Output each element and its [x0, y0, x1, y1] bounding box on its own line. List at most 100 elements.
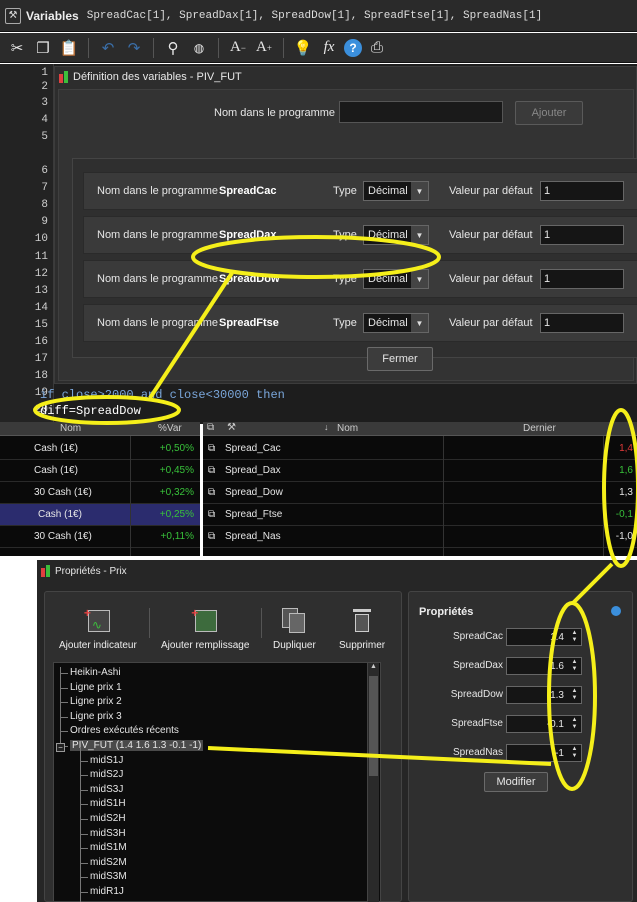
- watchlist-row[interactable]: 30 Cash (1€) +0,32%: [0, 482, 200, 504]
- collapse-icon[interactable]: −: [56, 743, 65, 752]
- comment-icon[interactable]: ◍: [188, 37, 210, 59]
- indicator-tree[interactable]: ▲ Heikin-Ashi Ligne prix 1 Ligne prix 2 Lig…: [53, 662, 381, 902]
- chart-icon[interactable]: ⧉: [208, 487, 215, 498]
- search-icon[interactable]: ⚲: [162, 37, 184, 59]
- default-value-input[interactable]: 1: [540, 313, 624, 333]
- header-var[interactable]: %Var: [158, 423, 182, 434]
- watchlist-row[interactable]: Cash (1€) +0,45%: [0, 460, 200, 482]
- watchlist-row[interactable]: ⧉ Spread_Cac 1,4: [203, 438, 637, 460]
- print-icon[interactable]: ⎙: [366, 37, 388, 59]
- watchlist-row[interactable]: ⧉ Spread_Nas -1,0: [203, 526, 637, 548]
- increase-font-icon[interactable]: A +: [253, 37, 275, 59]
- default-value-input[interactable]: 1: [540, 181, 624, 201]
- chevron-down-icon[interactable]: ▼: [411, 314, 428, 332]
- tree-connector: [60, 702, 68, 704]
- type-label: Type: [333, 317, 357, 329]
- info-dot-icon[interactable]: [611, 606, 621, 616]
- property-spinner[interactable]: 1.4 ▲ ▼: [506, 628, 582, 646]
- chart-icon[interactable]: ⧉: [208, 531, 215, 542]
- tree-item[interactable]: midS2J: [90, 769, 123, 780]
- tree-item-selected[interactable]: PIV_FUT (1.4 1.6 1.3 -0.1 -1): [70, 740, 204, 751]
- bulb-icon[interactable]: 💡: [292, 37, 314, 59]
- name-input[interactable]: [339, 101, 503, 123]
- duplicate-button[interactable]: Dupliquer: [273, 606, 316, 651]
- watchlist-row-selected[interactable]: Cash (1€) +0,25%: [0, 504, 200, 526]
- tree-item[interactable]: Ligne prix 3: [70, 711, 122, 722]
- spinner-arrows-icon[interactable]: ▲ ▼: [568, 687, 581, 703]
- scroll-up-icon[interactable]: ▲: [368, 663, 379, 675]
- delete-button[interactable]: Supprimer: [339, 606, 385, 651]
- paste-icon[interactable]: 📋: [58, 37, 80, 59]
- watchlist-row[interactable]: Cash (1€) +0,50%: [0, 438, 200, 460]
- header-name[interactable]: Nom: [337, 423, 358, 434]
- default-value-input[interactable]: 1: [540, 269, 624, 289]
- type-select[interactable]: Décimal ▼: [363, 269, 429, 289]
- function-icon[interactable]: fx: [318, 37, 340, 59]
- header-name[interactable]: Nom: [60, 423, 81, 434]
- tree-item[interactable]: midS1H: [90, 798, 126, 809]
- tree-item[interactable]: Ordres exécutés récents: [70, 725, 179, 736]
- tool-label: Supprimer: [339, 640, 386, 651]
- tree-item[interactable]: midS1M: [90, 842, 127, 853]
- chevron-down-icon[interactable]: ▼: [411, 270, 428, 288]
- chevron-down-icon[interactable]: ▼: [411, 226, 428, 244]
- add-button[interactable]: Ajouter: [515, 101, 583, 125]
- tree-item[interactable]: midS3M: [90, 871, 127, 882]
- tree-item[interactable]: midR1J: [90, 886, 124, 897]
- tree-connector: [60, 687, 68, 689]
- tree-item[interactable]: midS3J: [90, 784, 123, 795]
- cut-icon[interactable]: ✂: [6, 37, 28, 59]
- close-button[interactable]: Fermer: [367, 347, 433, 371]
- code-line-19[interactable]: if close>2000 and close<30000 then: [40, 388, 285, 402]
- watchlist-row[interactable]: ⧉ Spread_Dow 1,3: [203, 482, 637, 504]
- redo-icon[interactable]: ↷: [123, 37, 145, 59]
- type-value: Décimal: [368, 273, 408, 285]
- type-select[interactable]: Décimal ▼: [363, 181, 429, 201]
- watchlist-row[interactable]: ⧉ Spread_Dax 1,6: [203, 460, 637, 482]
- modify-button[interactable]: Modifier: [484, 772, 548, 792]
- line-number: 7: [41, 182, 48, 194]
- header-last[interactable]: Dernier: [523, 423, 556, 434]
- tree-item[interactable]: midS2M: [90, 857, 127, 868]
- spinner-arrows-icon[interactable]: ▲ ▼: [568, 716, 581, 732]
- type-select[interactable]: Décimal ▼: [363, 313, 429, 333]
- line-number: 4: [41, 114, 48, 126]
- default-value-input[interactable]: 1: [540, 225, 624, 245]
- undo-icon[interactable]: ↶: [97, 37, 119, 59]
- add-fill-button[interactable]: + Ajouter remplissage: [161, 606, 249, 651]
- candlestick-icon: [41, 565, 51, 577]
- tree-item[interactable]: midS2H: [90, 813, 126, 824]
- chart-icon[interactable]: ⧉: [208, 443, 215, 454]
- tree-connector: [80, 892, 88, 893]
- tree-item[interactable]: midS1J: [90, 755, 123, 766]
- tree-item[interactable]: Heikin-Ashi: [70, 667, 121, 678]
- tree-scrollbar[interactable]: ▲: [367, 663, 379, 902]
- watchlist-row[interactable]: ⧉ Spread_Ftse -0,1: [203, 504, 637, 526]
- column-divider: [130, 436, 131, 556]
- chart-icon[interactable]: ⧉: [208, 465, 215, 476]
- copy-icon[interactable]: ❐: [32, 37, 54, 59]
- tree-item[interactable]: midS3H: [90, 828, 126, 839]
- tree-item[interactable]: Ligne prix 2: [70, 696, 122, 707]
- help-icon[interactable]: ?: [344, 38, 362, 57]
- add-indicator-button[interactable]: + ∿ Ajouter indicateur: [59, 606, 137, 651]
- spinner-arrows-icon[interactable]: ▲ ▼: [568, 629, 581, 645]
- type-select[interactable]: Décimal ▼: [363, 225, 429, 245]
- tree-item[interactable]: Ligne prix 1: [70, 682, 122, 693]
- spinner-arrows-icon[interactable]: ▲ ▼: [568, 745, 581, 761]
- property-spinner[interactable]: 1.3 ▲ ▼: [506, 686, 582, 704]
- chevron-down-icon[interactable]: ▼: [411, 182, 428, 200]
- chart-icon[interactable]: ⧉: [208, 509, 215, 520]
- chart-link-icon[interactable]: ⧉: [207, 422, 214, 433]
- decrease-font-icon[interactable]: A −: [227, 37, 249, 59]
- property-spinner[interactable]: -0.1 ▲ ▼: [506, 715, 582, 733]
- property-spinner[interactable]: 1.6 ▲ ▼: [506, 657, 582, 675]
- watchlist-row[interactable]: 30 Cash (1€) +0,11%: [0, 526, 200, 548]
- code-line-20[interactable]: diff=SpreadDow: [40, 404, 141, 418]
- wrench-icon[interactable]: ⚒: [227, 422, 236, 433]
- properties-pane: Propriétés SpreadCac 1.4 ▲ ▼ SpreadDax 1.6 ▲ ▼ S…: [408, 591, 633, 902]
- type-value: Décimal: [368, 229, 408, 241]
- scrollbar-thumb[interactable]: [369, 676, 378, 776]
- property-spinner[interactable]: -1 ▲ ▼: [506, 744, 582, 762]
- spinner-arrows-icon[interactable]: ▲ ▼: [568, 658, 581, 674]
